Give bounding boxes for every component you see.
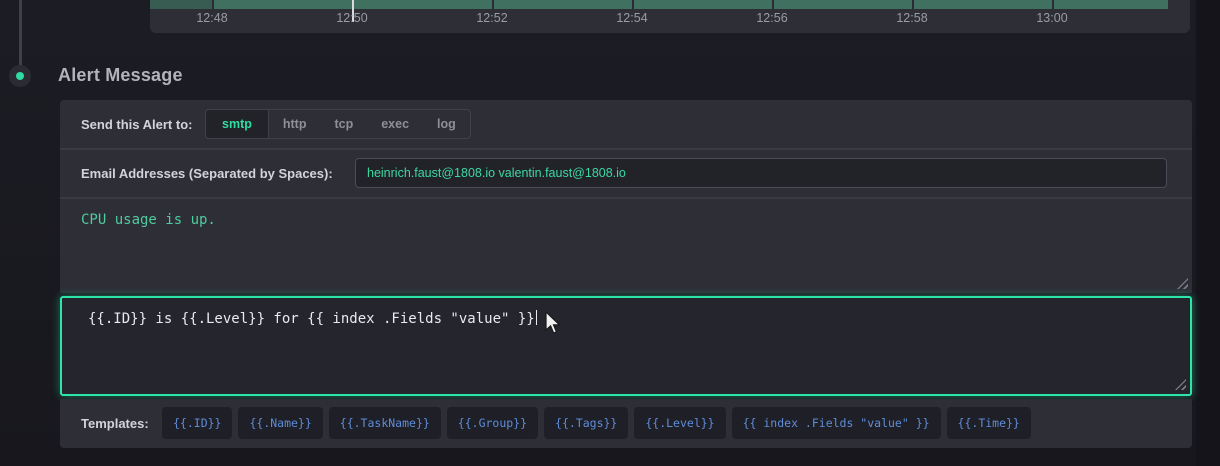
axis-tick-mark — [212, 0, 214, 9]
email-row: Email Addresses (Separated by Spaces): — [60, 148, 1192, 197]
templates-row: Templates: {{.ID}} {{.Name}} {{.TaskName… — [60, 399, 1192, 448]
template-chip-id[interactable]: {{.ID}} — [162, 407, 232, 439]
step-timeline-node — [9, 65, 31, 87]
template-chip-tags[interactable]: {{.Tags}} — [544, 407, 628, 439]
axis-tick-label: 12:58 — [896, 11, 927, 25]
step-timeline-rail — [19, 0, 22, 66]
tab-log[interactable]: log — [423, 110, 470, 138]
alert-message-panel: Send this Alert to: smtp http tcp exec l… — [60, 100, 1192, 448]
page-right-gutter — [1196, 0, 1220, 466]
template-chip-name[interactable]: {{.Name}} — [238, 407, 322, 439]
email-addresses-input[interactable] — [355, 158, 1167, 188]
axis-tick-label: 12:50 — [336, 11, 367, 25]
resize-grip-icon[interactable] — [1175, 379, 1186, 390]
email-label: Email Addresses (Separated by Spaces): — [81, 166, 333, 181]
message-preview-text: CPU usage is up. — [81, 212, 216, 228]
axis-tick-mark — [1052, 0, 1054, 9]
message-preview-area[interactable]: CPU usage is up. — [60, 197, 1192, 293]
message-template-textarea[interactable]: {{.ID}} is {{.Level}} for {{ index .Fiel… — [60, 296, 1192, 396]
tab-exec[interactable]: exec — [367, 110, 423, 138]
send-to-row: Send this Alert to: smtp http tcp exec l… — [60, 100, 1192, 148]
template-chip-group[interactable]: {{.Group}} — [447, 407, 538, 439]
graph-area-fill — [150, 0, 1168, 9]
axis-tick-mark — [492, 0, 494, 9]
section-title: Alert Message — [58, 65, 183, 86]
message-template-text: {{.ID}} is {{.Level}} for {{ index .Fiel… — [88, 310, 537, 327]
template-chip-level[interactable]: {{.Level}} — [634, 407, 725, 439]
axis-tick-mark — [912, 0, 914, 9]
axis-tick-label: 12:52 — [476, 11, 507, 25]
template-chip-list: {{.ID}} {{.Name}} {{.TaskName}} {{.Group… — [162, 407, 1031, 439]
text-caret — [536, 310, 538, 325]
template-chip-index-fields-value[interactable]: {{ index .Fields "value" }} — [732, 407, 941, 439]
tab-tcp[interactable]: tcp — [320, 110, 367, 138]
axis-tick-label: 12:54 — [616, 11, 647, 25]
axis-tick-mark — [632, 0, 634, 9]
tab-smtp[interactable]: smtp — [206, 110, 269, 138]
step-active-dot — [16, 72, 24, 80]
template-chip-taskname[interactable]: {{.TaskName}} — [329, 407, 441, 439]
axis-tick-label: 13:00 — [1036, 11, 1067, 25]
axis-tick-label: 12:48 — [196, 11, 227, 25]
mouse-cursor-icon — [545, 311, 562, 335]
tab-http[interactable]: http — [269, 110, 321, 138]
graph-x-axis-band: 12:48 12:50 12:52 12:54 12:56 12:58 13:0… — [150, 0, 1190, 33]
templates-label: Templates: — [81, 416, 149, 431]
resize-grip-icon[interactable] — [1177, 278, 1188, 289]
axis-tick-label: 12:56 — [756, 11, 787, 25]
graph-area-fill-darker-segment — [150, 0, 212, 9]
alert-handler-tab-group: smtp http tcp exec log — [205, 109, 471, 139]
axis-tick-mark — [772, 0, 774, 9]
template-chip-time[interactable]: {{.Time}} — [947, 407, 1031, 439]
send-to-label: Send this Alert to: — [81, 117, 192, 132]
